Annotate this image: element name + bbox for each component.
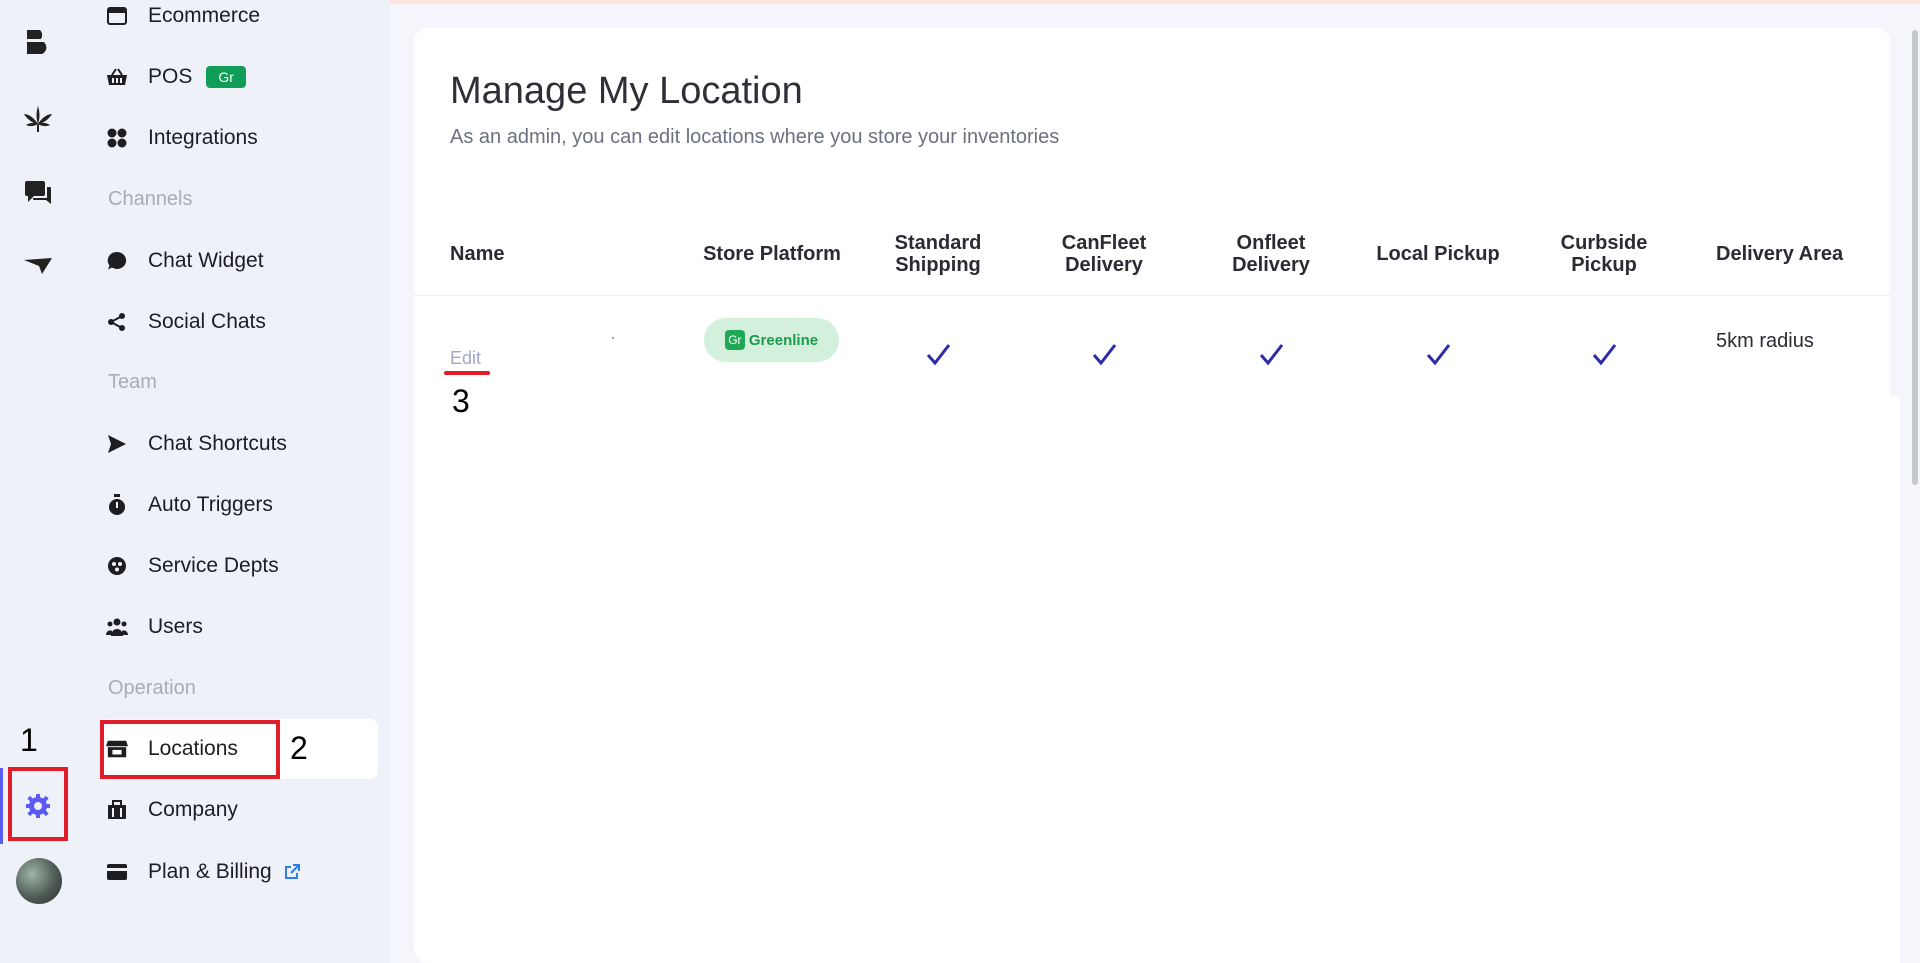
column-header-store-platform: Store Platform bbox=[703, 243, 841, 265]
header-line: Delivery bbox=[1065, 254, 1143, 276]
users-icon bbox=[106, 616, 128, 638]
sidebar-item-ecommerce[interactable]: Ecommerce bbox=[106, 0, 378, 40]
header-divider bbox=[414, 295, 1890, 296]
header-line: Pickup bbox=[1571, 254, 1637, 276]
sidebar-item-users[interactable]: Users bbox=[106, 603, 378, 651]
delivery-area-value: 5km radius bbox=[1716, 330, 1814, 352]
sidebar-item-company[interactable]: Company bbox=[106, 786, 378, 834]
canfleet-delivery-check-icon bbox=[1092, 344, 1117, 366]
column-header-canfleet-delivery: CanFleet Delivery bbox=[1043, 232, 1165, 276]
sidebar-item-label: Chat Widget bbox=[148, 249, 264, 272]
sidebar-item-label: Users bbox=[148, 615, 203, 638]
sidebar-item-pos[interactable]: POS Gr bbox=[106, 53, 378, 101]
page-title: Manage My Location bbox=[450, 70, 803, 112]
cannabis-leaf-icon[interactable] bbox=[18, 99, 58, 139]
stopwatch-icon bbox=[106, 494, 128, 516]
page-scrollbar[interactable] bbox=[1912, 30, 1918, 485]
send-icon bbox=[106, 433, 128, 455]
sidebar-item-label: Ecommerce bbox=[148, 4, 261, 27]
annotation-box-locations bbox=[100, 720, 280, 779]
section-heading-team: Team bbox=[108, 371, 157, 393]
standard-shipping-check-icon bbox=[926, 344, 951, 366]
sidebar-item-chat-shortcuts[interactable]: Chat Shortcuts bbox=[106, 420, 378, 468]
browser-window-icon bbox=[106, 5, 128, 27]
page-subtitle: As an admin, you can edit locations wher… bbox=[450, 126, 1060, 148]
sidebar-item-label: Integrations bbox=[148, 126, 258, 149]
content-overlay bbox=[444, 396, 1900, 963]
sidebar-item-integrations[interactable]: Integrations bbox=[106, 114, 378, 162]
sidebar-item-label: Social Chats bbox=[148, 310, 266, 333]
support-icon bbox=[106, 555, 128, 577]
user-avatar[interactable] bbox=[16, 858, 62, 904]
grid-icon bbox=[106, 127, 128, 149]
app-logo-icon[interactable] bbox=[18, 22, 58, 62]
column-header-curbside-pickup: Curbside Pickup bbox=[1543, 232, 1665, 276]
sidebar-item-label: Auto Triggers bbox=[148, 493, 273, 516]
sidebar-item-label: Service Depts bbox=[148, 554, 279, 577]
column-header-standard-shipping: Standard Shipping bbox=[877, 232, 999, 276]
header-line: Shipping bbox=[895, 254, 981, 276]
sidebar-item-plan-billing[interactable]: Plan & Billing bbox=[106, 848, 378, 896]
column-header-onfleet-delivery: Onfleet Delivery bbox=[1210, 232, 1332, 276]
active-indicator bbox=[0, 768, 3, 844]
sidebar-item-auto-triggers[interactable]: Auto Triggers bbox=[106, 481, 378, 529]
external-link-icon[interactable] bbox=[284, 864, 300, 880]
sidebar-item-service-depts[interactable]: Service Depts bbox=[106, 542, 378, 590]
sidebar-item-social-chats[interactable]: Social Chats bbox=[106, 298, 378, 346]
pos-badge: Gr bbox=[206, 66, 246, 88]
annotation-number-3: 3 bbox=[452, 383, 470, 419]
conversations-icon[interactable] bbox=[18, 173, 58, 213]
sidebar-item-label: Company bbox=[148, 798, 238, 821]
header-line: Curbside bbox=[1560, 232, 1648, 254]
section-heading-operation: Operation bbox=[108, 677, 196, 699]
annotation-number-2: 2 bbox=[290, 730, 308, 766]
sidebar-item-label: Plan & Billing bbox=[148, 860, 272, 883]
header-line: CanFleet bbox=[1061, 232, 1147, 254]
onfleet-delivery-check-icon bbox=[1259, 344, 1284, 366]
annotation-box-settings bbox=[8, 767, 68, 841]
credit-card-icon bbox=[106, 861, 128, 883]
greenline-logo-icon: Gr bbox=[724, 330, 745, 350]
column-header-local-pickup: Local Pickup bbox=[1376, 243, 1500, 265]
location-name-cell bbox=[612, 337, 614, 339]
annotation-number-1: 1 bbox=[20, 722, 38, 758]
column-header-delivery-area: Delivery Area bbox=[1716, 243, 1844, 265]
column-header-name: Name bbox=[450, 243, 505, 265]
section-heading-channels: Channels bbox=[108, 188, 193, 210]
header-line: Onfleet bbox=[1236, 232, 1306, 254]
share-icon bbox=[106, 311, 128, 333]
chat-bubble-icon bbox=[106, 250, 128, 272]
briefcase-icon bbox=[106, 799, 128, 821]
annotation-underline-edit bbox=[444, 371, 490, 375]
sidebar-item-label: POS bbox=[148, 65, 193, 88]
sidebar-item-label: Chat Shortcuts bbox=[148, 432, 287, 455]
basket-icon bbox=[106, 66, 128, 88]
edit-location-link[interactable]: Edit bbox=[450, 348, 481, 369]
platform-name: Greenline bbox=[748, 331, 819, 349]
header-line: Delivery bbox=[1232, 254, 1310, 276]
curbside-pickup-check-icon bbox=[1592, 344, 1617, 366]
header-line: Standard bbox=[894, 232, 982, 254]
platform-badge: Gr Greenline bbox=[704, 318, 839, 362]
campaign-send-icon[interactable] bbox=[18, 246, 58, 286]
local-pickup-check-icon bbox=[1426, 344, 1451, 366]
sidebar-item-chat-widget[interactable]: Chat Widget bbox=[106, 237, 378, 285]
settings-sidebar: Ecommerce POS Gr Integrations Channels C… bbox=[76, 0, 466, 963]
